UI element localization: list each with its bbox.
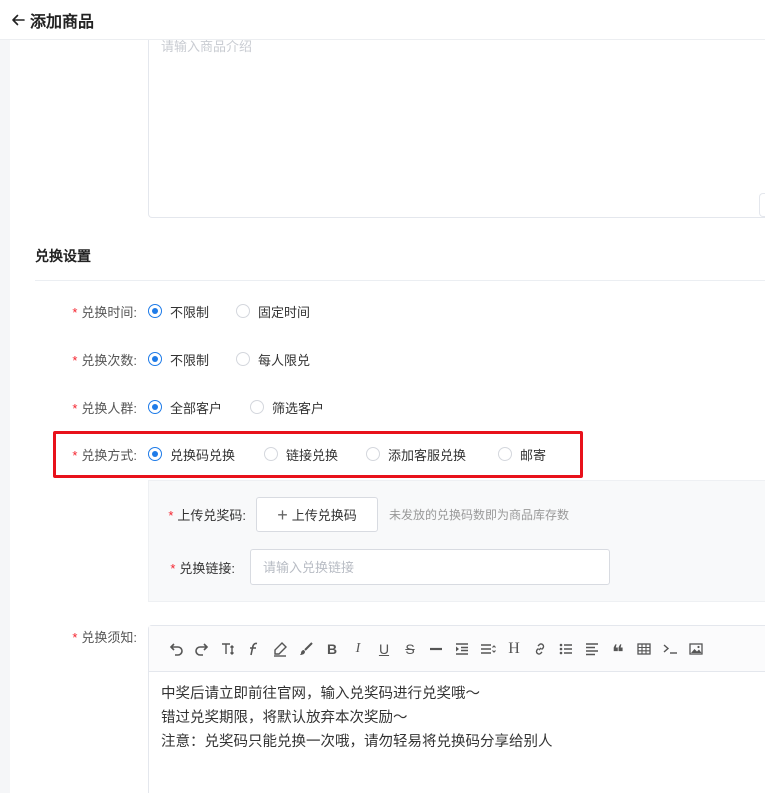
exchange-method-option-link[interactable]: 链接兑换 — [264, 445, 366, 464]
bold-icon[interactable]: B — [319, 636, 345, 662]
notice-line: 错过兑奖期限，将默认放弃本次奖励～ — [161, 710, 408, 726]
product-intro-textarea[interactable]: 请输入商品介绍 — [148, 38, 765, 218]
section-divider — [35, 280, 765, 281]
exchange-method-radio-group: 兑换码兑换 链接兑换 添加客服兑换 邮寄 — [148, 445, 546, 464]
exchange-method-option-service[interactable]: 添加客服兑换 — [366, 445, 498, 464]
exchange-count-option-per-person[interactable]: 每人限兑 — [236, 350, 310, 369]
scroll-handle[interactable] — [759, 193, 765, 217]
exchange-method-label: * 兑换方式: — [72, 447, 137, 463]
table-icon[interactable] — [631, 636, 657, 662]
exchange-group-label: * 兑换人群: — [72, 400, 137, 416]
line-height-icon[interactable] — [475, 636, 501, 662]
heading-icon[interactable]: H — [501, 636, 527, 662]
exchange-count-radio-group: 不限制 每人限兑 — [148, 350, 310, 369]
top-bar: 添加商品 — [0, 0, 765, 40]
notice-line: 中奖后请立即前往官网，输入兑奖码进行兑奖哦～ — [161, 686, 480, 702]
exchange-link-input[interactable] — [250, 549, 610, 585]
strikethrough-icon[interactable]: S — [397, 636, 423, 662]
upload-code-label: * 上传兑奖码: — [168, 508, 246, 523]
indent-icon[interactable] — [449, 636, 475, 662]
exchange-method-option-mail[interactable]: 邮寄 — [498, 445, 546, 464]
upload-code-button[interactable]: + 上传兑换码 — [256, 497, 378, 532]
notice-line: 注意：兑奖码只能兑换一次哦，请勿轻易将兑换码分享给别人 — [161, 734, 553, 750]
exchange-count-option-unlimited[interactable]: 不限制 — [148, 350, 236, 369]
font-family-icon[interactable] — [241, 636, 267, 662]
editor-toolbar: B I U S H ❝ — [149, 626, 765, 672]
rich-text-editor: B I U S H ❝ 中奖后请立即前往官网，输入兑奖码进行兑奖哦～ 错过兑奖期… — [148, 625, 765, 793]
exchange-time-option-fixed[interactable]: 固定时间 — [236, 302, 310, 321]
code-icon[interactable] — [657, 636, 683, 662]
exchange-time-option-unlimited[interactable]: 不限制 — [148, 302, 236, 321]
horizontal-rule-icon[interactable] — [423, 636, 449, 662]
highlight-icon[interactable] — [267, 636, 293, 662]
page-title: 添加商品 — [30, 13, 95, 31]
exchange-group-radio-group: 全部客户 筛选客户 — [148, 398, 324, 417]
bullet-list-icon[interactable] — [553, 636, 579, 662]
image-icon[interactable] — [683, 636, 709, 662]
upload-hint: 未发放的兑换码数即为商品库存数 — [389, 508, 570, 522]
exchange-group-option-filter[interactable]: 筛选客户 — [250, 398, 324, 417]
italic-icon[interactable]: I — [345, 636, 371, 662]
link-icon[interactable] — [527, 636, 553, 662]
plus-icon: + — [277, 504, 288, 525]
editor-content[interactable]: 中奖后请立即前往官网，输入兑奖码进行兑奖哦～ 错过兑奖期限，将默认放弃本次奖励～… — [149, 672, 765, 764]
align-icon[interactable] — [579, 636, 605, 662]
quote-icon[interactable]: ❝ — [605, 636, 631, 664]
undo-icon[interactable] — [163, 636, 189, 662]
exchange-method-option-code[interactable]: 兑换码兑换 — [148, 445, 264, 464]
exchange-time-label: * 兑换时间: — [72, 304, 137, 320]
exchange-code-panel: * 上传兑奖码: + 上传兑换码 未发放的兑换码数即为商品库存数 * 兑换链接: — [148, 480, 765, 602]
font-size-icon[interactable] — [215, 636, 241, 662]
exchange-notice-label: * 兑换须知: — [72, 629, 137, 645]
exchange-count-label: * 兑换次数: — [72, 352, 137, 368]
brush-icon[interactable] — [293, 636, 319, 662]
redo-icon[interactable] — [189, 636, 215, 662]
exchange-time-radio-group: 不限制 固定时间 — [148, 302, 310, 321]
arrow-left-icon[interactable] — [10, 12, 26, 28]
form-card: 请输入商品介绍 兑换设置 * 兑换时间: 不限制 固定时间 * 兑换次数: 不限制 … — [10, 38, 765, 793]
exchange-group-option-all[interactable]: 全部客户 — [148, 398, 250, 417]
exchange-link-label: * 兑换链接: — [170, 561, 235, 576]
section-title: 兑换设置 — [35, 248, 91, 264]
underline-icon[interactable]: U — [371, 636, 397, 662]
